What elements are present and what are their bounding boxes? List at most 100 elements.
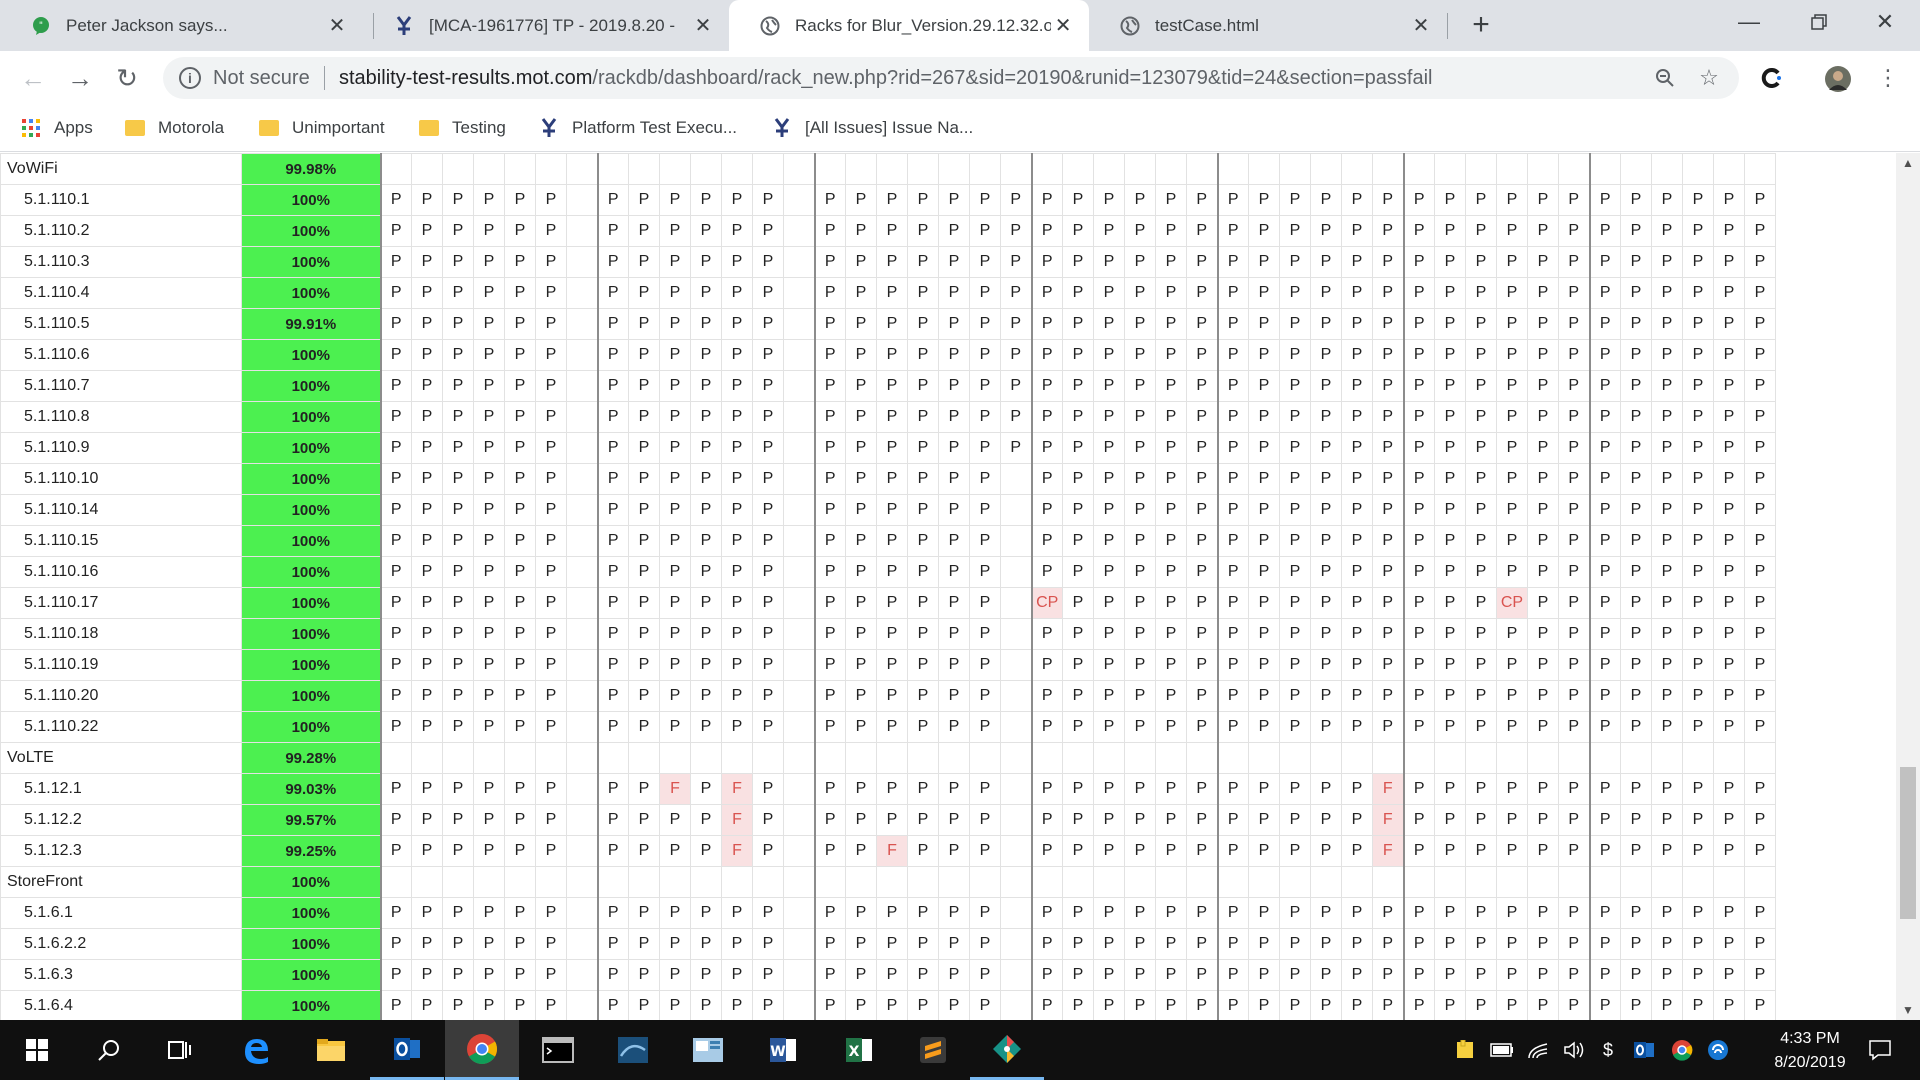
result-cell[interactable]: P [1402,339,1435,371]
result-cell[interactable]: P [752,370,784,402]
result-cell[interactable]: P [1527,308,1559,340]
result-cell[interactable]: P [969,556,1001,588]
result-cell[interactable]: P [628,432,660,464]
result-cell[interactable]: P [1000,277,1032,309]
result-cell[interactable]: P [1124,959,1156,991]
result-cell[interactable]: P [504,215,536,247]
result-cell[interactable]: P [1713,494,1745,526]
result-cell[interactable]: P [1155,432,1187,464]
result-cell[interactable]: P [535,835,567,867]
result-cell[interactable]: P [1155,525,1187,557]
result-cell[interactable]: P [1216,959,1249,991]
result-cell[interactable]: P [1186,401,1218,433]
result-cell[interactable]: P [1279,246,1311,278]
result-cell[interactable]: P [1588,649,1621,681]
result-cell[interactable]: P [721,897,753,929]
result-cell[interactable]: P [1216,556,1249,588]
result-cell[interactable]: P [845,494,877,526]
result-cell[interactable]: P [1620,897,1652,929]
result-cell[interactable]: P [1093,680,1125,712]
result-cell[interactable]: P [876,215,908,247]
result-cell[interactable]: P [1402,370,1435,402]
result-cell[interactable]: P [813,401,846,433]
result-cell[interactable]: P [1186,525,1218,557]
result-cell[interactable]: P [1030,432,1063,464]
result-cell[interactable]: P [1093,773,1125,805]
result-cell[interactable]: P [1527,897,1559,929]
result-cell[interactable]: P [1124,680,1156,712]
result-cell[interactable]: P [1186,432,1218,464]
result-cell[interactable]: P [1496,773,1528,805]
result-cell[interactable]: P [845,804,877,836]
result-cell[interactable]: P [1062,680,1094,712]
result-cell[interactable]: P [1310,587,1342,619]
result-cell[interactable]: P [1465,339,1497,371]
result-cell[interactable]: P [1744,990,1776,1020]
result-cell[interactable]: P [1651,556,1683,588]
result-cell[interactable]: P [1527,432,1559,464]
result-cell[interactable]: P [659,463,691,495]
result-cell[interactable]: P [1062,246,1094,278]
result-cell[interactable]: P [1030,773,1063,805]
result-cell[interactable]: P [535,246,567,278]
result-cell[interactable]: P [1310,370,1342,402]
result-cell[interactable]: P [1310,494,1342,526]
result-cell[interactable]: P [907,525,939,557]
result-cell[interactable]: P [596,587,629,619]
close-window-button[interactable]: ✕ [1850,0,1920,44]
result-cell[interactable]: P [379,556,412,588]
result-cell[interactable]: P [659,649,691,681]
result-cell[interactable]: P [907,680,939,712]
result-cell[interactable]: P [1651,990,1683,1020]
result-cell[interactable]: P [473,432,505,464]
result-cell[interactable]: P [379,525,412,557]
result-cell[interactable]: P [1341,339,1373,371]
result-cell[interactable]: P [876,525,908,557]
result-cell[interactable]: P [1465,494,1497,526]
result-cell[interactable]: P [1310,649,1342,681]
result-cell[interactable]: P [411,711,443,743]
result-cell[interactable]: P [907,587,939,619]
result-cell[interactable]: P [938,835,970,867]
result-cell[interactable]: P [1093,215,1125,247]
result-cell[interactable]: P [1434,773,1466,805]
result-cell[interactable]: P [969,246,1001,278]
result-cell[interactable]: P [535,618,567,650]
result-cell[interactable]: P [1093,432,1125,464]
result-cell[interactable]: P [690,773,722,805]
result-cell[interactable]: P [1527,370,1559,402]
result-cell[interactable]: P [1186,370,1218,402]
result-cell[interactable]: P [1093,804,1125,836]
result-cell[interactable]: P [442,308,474,340]
result-cell[interactable]: P [1216,897,1249,929]
result-cell[interactable]: P [1496,401,1528,433]
result-cell[interactable]: P [504,959,536,991]
result-cell[interactable]: P [1620,680,1652,712]
result-cell[interactable]: P [628,494,660,526]
result-cell[interactable]: P [379,277,412,309]
result-cell[interactable]: P [1402,773,1435,805]
result-cell[interactable]: CP [1030,587,1063,619]
result-cell[interactable]: P [1248,277,1280,309]
result-cell[interactable]: P [1651,711,1683,743]
result-cell[interactable]: P [813,184,846,216]
result-cell[interactable]: P [1558,339,1590,371]
result-cell[interactable]: P [1527,835,1559,867]
result-cell[interactable]: P [504,525,536,557]
result-cell[interactable]: P [1465,990,1497,1020]
result-cell[interactable]: P [1682,339,1714,371]
result-cell[interactable]: P [1465,649,1497,681]
result-cell[interactable]: P [1372,339,1404,371]
result-cell[interactable]: P [1372,277,1404,309]
result-cell[interactable]: P [752,525,784,557]
result-cell[interactable]: P [1588,525,1621,557]
result-cell[interactable]: P [596,184,629,216]
result-cell[interactable]: P [1402,432,1435,464]
result-cell[interactable]: P [907,215,939,247]
result-cell[interactable]: P [752,990,784,1020]
result-cell[interactable]: P [1558,463,1590,495]
result-cell[interactable]: P [1465,835,1497,867]
result-cell[interactable]: P [1434,525,1466,557]
result-cell[interactable]: P [1527,680,1559,712]
result-cell[interactable]: P [379,990,412,1020]
